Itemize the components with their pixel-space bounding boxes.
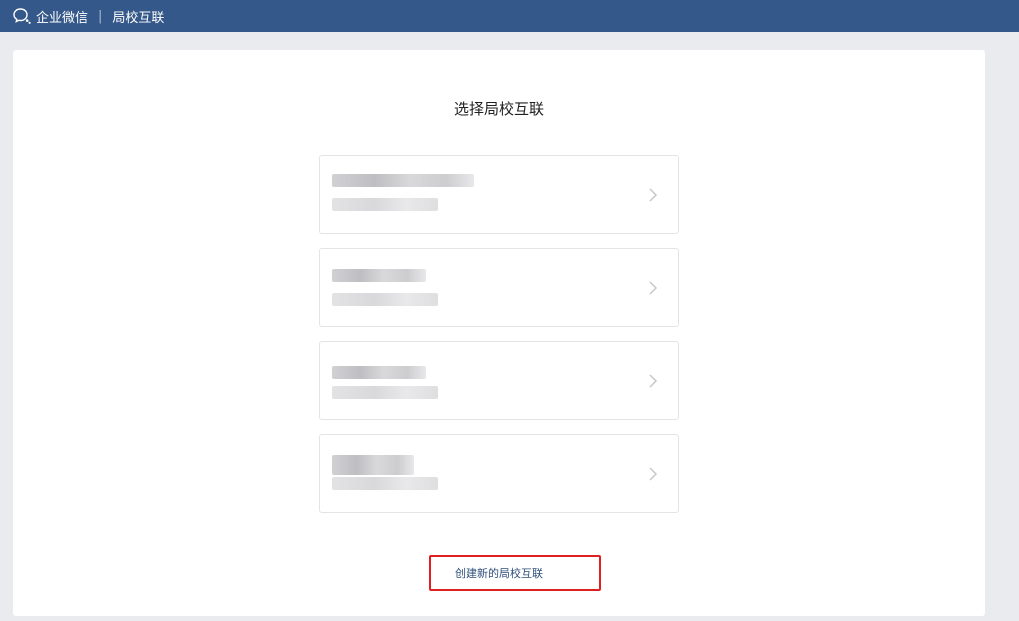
org-list-item[interactable] (319, 341, 679, 420)
brand-name[interactable]: 企业微信 (36, 7, 88, 26)
chevron-right-icon (649, 188, 658, 202)
org-list (319, 155, 679, 527)
page-title: 选择局校互联 (453, 100, 544, 118)
create-new-link[interactable]: 创建新的局校互联 (429, 555, 601, 591)
chevron-right-icon (649, 467, 658, 481)
chevron-right-icon (649, 374, 658, 388)
blurred-org-name (332, 366, 426, 379)
blurred-org-name (332, 269, 426, 282)
chevron-right-icon (649, 281, 658, 295)
blurred-org-detail (332, 477, 438, 490)
section-title: 局校互联 (112, 10, 165, 26)
blurred-org-detail (332, 386, 438, 399)
main-card: 选择局校互联 创建新的局校互联 (13, 50, 985, 616)
blurred-org-name (332, 455, 414, 475)
org-list-item[interactable] (319, 155, 679, 234)
blurred-org-name (332, 174, 474, 187)
top-bar: 企业微信 | 局校互联 (0, 0, 1019, 32)
header-separator: | (98, 8, 103, 24)
blurred-org-detail (332, 198, 438, 211)
org-list-item[interactable] (319, 248, 679, 327)
wecom-logo-icon[interactable] (12, 7, 32, 25)
org-list-item[interactable] (319, 434, 679, 513)
blurred-org-detail (332, 293, 438, 306)
